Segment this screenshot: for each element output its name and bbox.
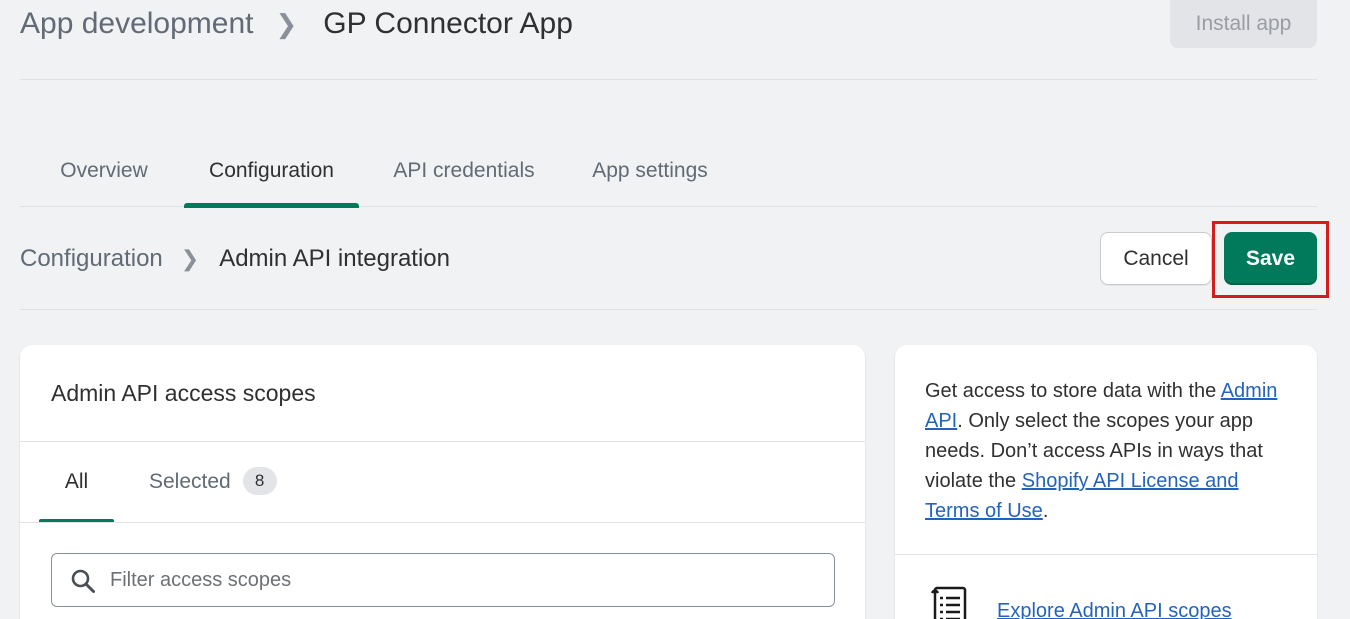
info-description: Get access to store data with the Admin …: [925, 376, 1295, 526]
section-header: Configuration ❯ Admin API integration Ca…: [20, 207, 1329, 310]
tab-selected-label: Selected: [149, 470, 231, 493]
info-text-1: Get access to store data with the: [925, 380, 1221, 402]
divider: [20, 522, 865, 523]
breadcrumb-configuration[interactable]: Configuration: [20, 243, 163, 275]
search-icon: [71, 569, 95, 593]
filter-field[interactable]: [51, 553, 835, 607]
cancel-button[interactable]: Cancel: [1100, 232, 1212, 285]
access-scopes-card: Admin API access scopes All Selected 8: [20, 345, 865, 619]
divider: [895, 554, 1317, 555]
document-list-icon: [930, 586, 967, 619]
save-button[interactable]: Save: [1224, 232, 1317, 285]
card-title: Admin API access scopes: [51, 380, 316, 406]
info-text-3: .: [1042, 500, 1049, 522]
breadcrumb: App development ❯ GP Connector App: [20, 6, 573, 42]
install-app-button[interactable]: Install app: [1170, 0, 1317, 48]
tab-all-label: All: [64, 470, 89, 493]
selected-count-badge: 8: [242, 467, 277, 495]
tab-api-credentials[interactable]: API credentials: [392, 140, 536, 207]
divider: [20, 441, 865, 442]
tab-selected-scopes[interactable]: Selected 8: [149, 442, 277, 522]
tab-configuration[interactable]: Configuration: [184, 140, 359, 208]
section-title: Admin API integration: [219, 245, 451, 272]
tab-all-scopes[interactable]: All: [39, 442, 114, 522]
chevron-right-icon: ❯: [275, 9, 298, 39]
filter-access-scopes-input[interactable]: [110, 554, 810, 606]
explore-admin-api-scopes-link[interactable]: Explore Admin API scopes: [997, 600, 1232, 619]
app-tabs: Overview Configuration API credentials A…: [20, 140, 1317, 208]
section-breadcrumb: Configuration ❯ Admin API integration: [20, 243, 450, 275]
tab-overview[interactable]: Overview: [60, 140, 148, 207]
info-card: Get access to store data with the Admin …: [895, 345, 1317, 619]
tab-app-settings[interactable]: App settings: [590, 140, 710, 207]
breadcrumb-app-development[interactable]: App development: [20, 6, 254, 42]
chevron-right-icon: ❯: [180, 246, 200, 271]
page-title: GP Connector App: [323, 7, 573, 40]
page-header: App development ❯ GP Connector App Insta…: [20, 0, 1317, 80]
